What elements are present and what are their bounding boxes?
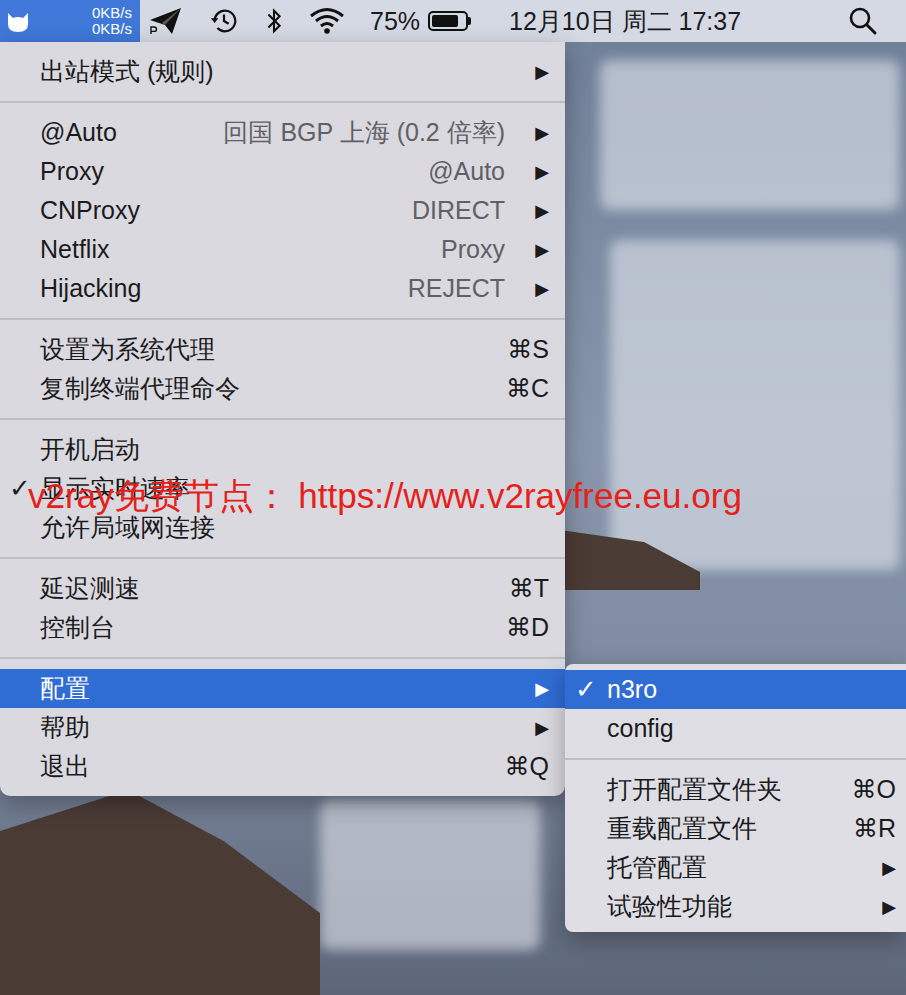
menu-item[interactable]: 开机启动	[0, 430, 565, 469]
menu-item-label: n3ro	[607, 675, 864, 704]
menu-item[interactable]: 出站模式 (规则)▶	[0, 52, 565, 91]
menu-item-label: CNProxy	[40, 196, 412, 225]
speed-readout: 0KB/s0KB/s	[92, 5, 140, 37]
submenu-item[interactable]: 重载配置文件⌘R	[565, 809, 906, 848]
menu-separator	[0, 318, 565, 320]
battery-fill	[432, 15, 458, 27]
submenu-item[interactable]: 托管配置▶	[565, 848, 906, 887]
search-icon[interactable]	[848, 6, 878, 36]
menu-item[interactable]: 退出⌘Q	[0, 747, 565, 786]
config-submenu: ✓n3roconfig打开配置文件夹⌘O重载配置文件⌘R托管配置▶试验性功能▶	[565, 664, 906, 932]
menu-item-shortcut: ⌘D	[505, 613, 549, 642]
cat-icon	[4, 7, 32, 35]
menu-item-value: REJECT	[408, 274, 505, 303]
menu-item[interactable]: 配置▶	[0, 669, 565, 708]
menu-item[interactable]: NetflixProxy▶	[0, 230, 565, 269]
wifi-icon[interactable]	[308, 6, 346, 36]
menu-item-shortcut: ⌘S	[505, 335, 549, 364]
menu-item-value: @Auto	[428, 157, 505, 186]
menu-item[interactable]: 设置为系统代理⌘S	[0, 330, 565, 369]
clashx-menu: 出站模式 (规则)▶@Auto回国 BGP 上海 (0.2 倍率)▶Proxy@…	[0, 42, 565, 796]
menu-item-label: @Auto	[40, 118, 223, 147]
menu-item-value: Proxy	[441, 235, 505, 264]
menu-item[interactable]: 延迟测速⌘T	[0, 569, 565, 608]
menu-item-label: 配置	[40, 672, 505, 705]
menu-item[interactable]: 帮助▶	[0, 708, 565, 747]
submenu-arrow-icon: ▶	[505, 278, 549, 300]
submenu-item[interactable]: 打开配置文件夹⌘O	[565, 770, 906, 809]
menu-item-label: Netflix	[40, 235, 441, 264]
menu-item-label: config	[607, 714, 864, 743]
menu-item-shortcut: ⌘O	[852, 775, 896, 804]
menu-item-label: 打开配置文件夹	[607, 773, 852, 806]
clashx-status-item[interactable]: 0KB/s0KB/s	[0, 0, 140, 42]
screen: 0KB/s0KB/s75%12月10日 周二 17:37出站模式 (规则)▶@A…	[0, 0, 906, 995]
submenu-item[interactable]: 试验性功能▶	[565, 887, 906, 926]
menu-separator	[565, 758, 906, 760]
clock[interactable]: 12月10日 周二 17:37	[509, 5, 741, 38]
menu-item-label: Hijacking	[40, 274, 408, 303]
check-mark: ✓	[565, 674, 607, 705]
menu-item[interactable]: 复制终端代理命令⌘C	[0, 369, 565, 408]
submenu-arrow-icon: ▶	[505, 678, 549, 700]
rock	[0, 790, 320, 995]
menu-item-label: 延迟测速	[40, 572, 505, 605]
battery-percent: 75%	[370, 7, 420, 36]
menu-item[interactable]: @Auto回国 BGP 上海 (0.2 倍率)▶	[0, 113, 565, 152]
menu-item-label: 试验性功能	[607, 890, 864, 923]
time-machine-icon[interactable]	[208, 6, 240, 36]
upload-speed: 0KB/s	[92, 5, 132, 21]
blurred-window	[320, 800, 540, 950]
menu-separator	[0, 657, 565, 659]
menu-item[interactable]: HijackingREJECT▶	[0, 269, 565, 308]
menu-item-label: 开机启动	[40, 433, 505, 466]
paper-plane-icon[interactable]	[148, 6, 184, 36]
menu-item[interactable]: CNProxyDIRECT▶	[0, 191, 565, 230]
menu-item-value: DIRECT	[412, 196, 505, 225]
menu-item-label: 帮助	[40, 711, 505, 744]
menu-separator	[0, 418, 565, 420]
submenu-arrow-icon: ▶	[505, 239, 549, 261]
menu-item-label: 控制台	[40, 611, 505, 644]
bluetooth-icon[interactable]	[264, 6, 284, 36]
submenu-arrow-icon: ▶	[864, 857, 896, 879]
menu-item-shortcut: ⌘C	[505, 374, 549, 403]
submenu-arrow-icon: ▶	[505, 61, 549, 83]
watermark: v2ray免费节点： https://www.v2rayfree.eu.org	[28, 474, 742, 518]
submenu-item[interactable]: ✓n3ro	[565, 670, 906, 709]
blurred-window	[610, 240, 900, 570]
menu-item[interactable]: 控制台⌘D	[0, 608, 565, 647]
submenu-item[interactable]: config	[565, 709, 906, 748]
menu-item-label: 托管配置	[607, 851, 864, 884]
submenu-arrow-icon: ▶	[505, 122, 549, 144]
menu-item-shortcut: ⌘Q	[505, 752, 549, 781]
menu-item-shortcut: ⌘T	[505, 574, 549, 603]
menu-item-label: 允许局域网连接	[40, 511, 505, 544]
menu-item-value: 回国 BGP 上海 (0.2 倍率)	[223, 116, 505, 149]
menu-separator	[0, 101, 565, 103]
menu-item-label: 出站模式 (规则)	[40, 55, 505, 88]
menu-bar: 0KB/s0KB/s 75% 12月10日 周二 17:37	[0, 0, 906, 42]
menu-item-label: Proxy	[40, 157, 428, 186]
download-speed: 0KB/s	[92, 21, 132, 37]
submenu-arrow-icon: ▶	[505, 161, 549, 183]
battery-tip	[468, 17, 471, 25]
battery-icon[interactable]	[428, 11, 471, 31]
submenu-arrow-icon: ▶	[864, 896, 896, 918]
menu-item-label: 退出	[40, 750, 505, 783]
menu-item-label: 重载配置文件	[607, 812, 853, 845]
battery-body	[428, 11, 468, 31]
menu-separator	[0, 557, 565, 559]
menu-item-label: 设置为系统代理	[40, 333, 505, 366]
menu-item[interactable]: Proxy@Auto▶	[0, 152, 565, 191]
submenu-arrow-icon: ▶	[505, 200, 549, 222]
blurred-window	[600, 60, 900, 210]
menu-item-label: 复制终端代理命令	[40, 372, 505, 405]
submenu-arrow-icon: ▶	[505, 717, 549, 739]
menu-item-shortcut: ⌘R	[853, 814, 896, 843]
